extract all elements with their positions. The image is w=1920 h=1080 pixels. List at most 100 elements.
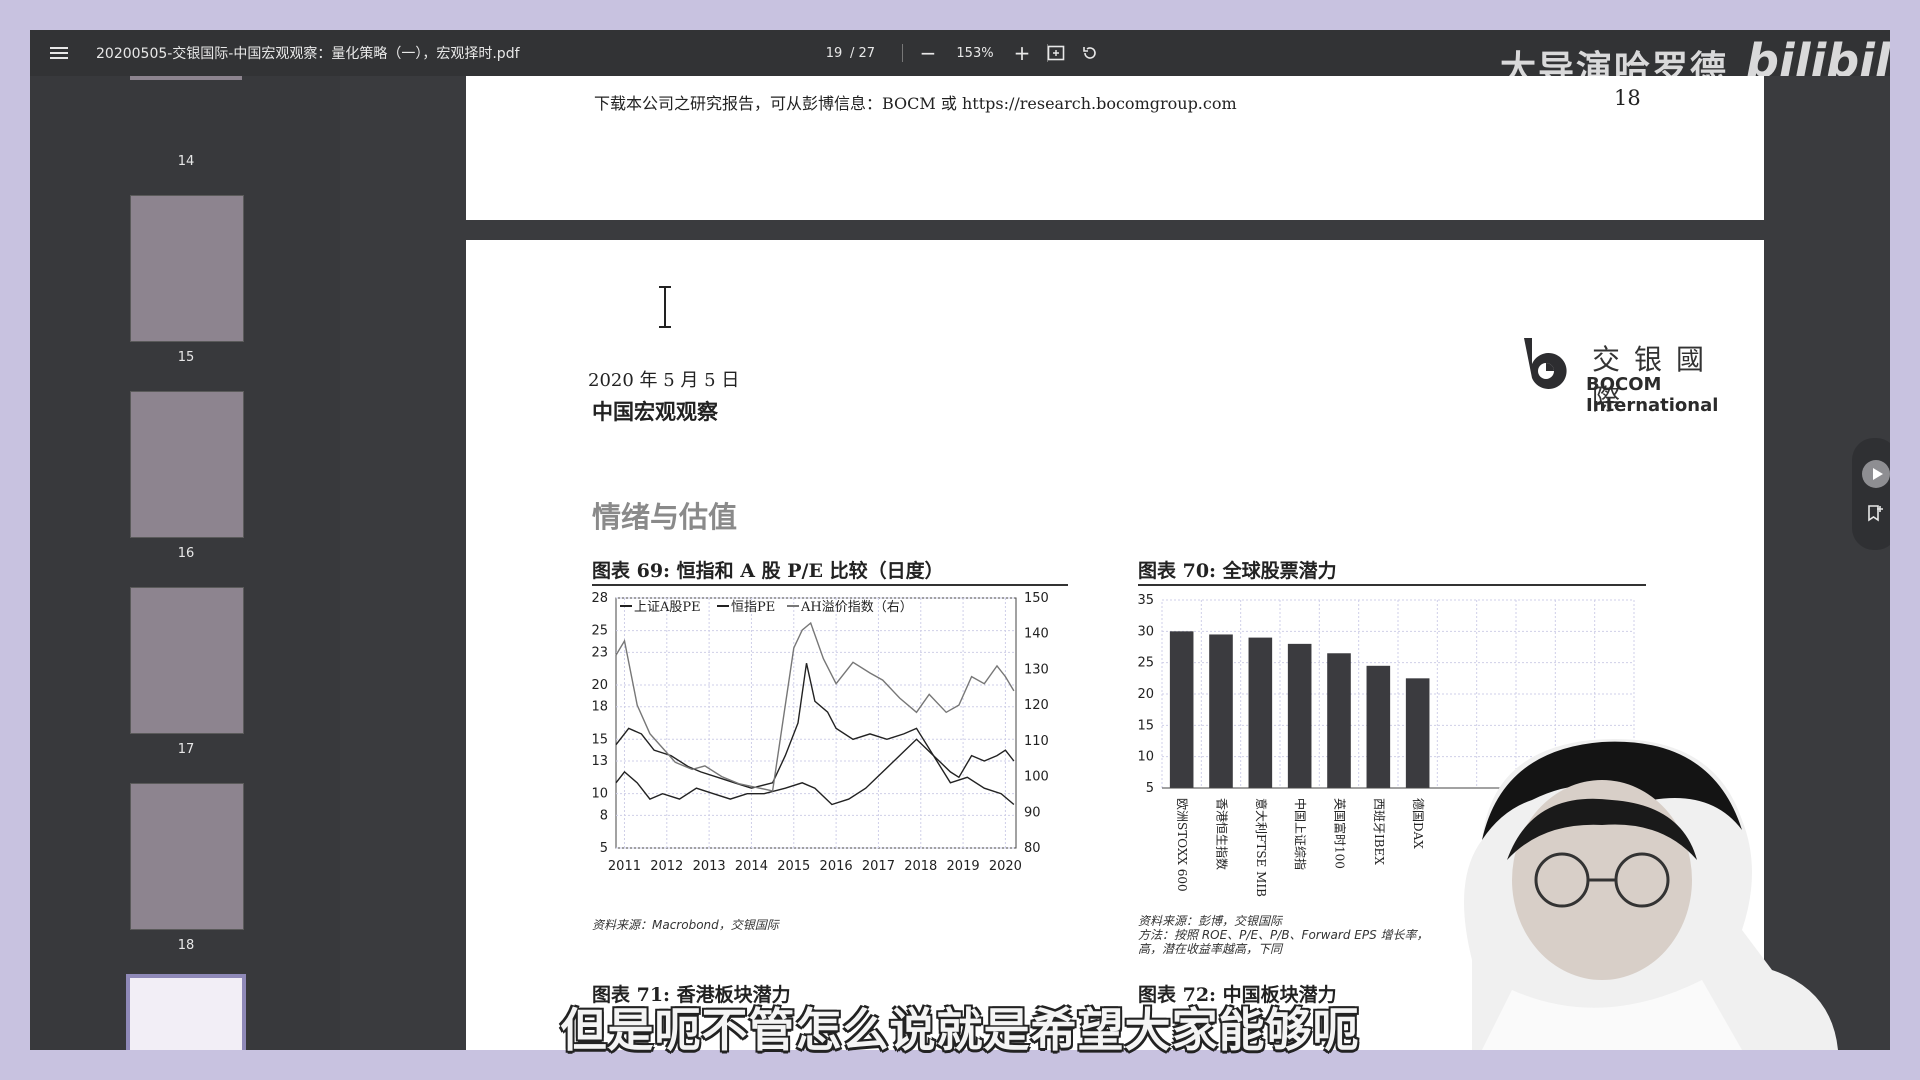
thumbnail-label: 15 <box>177 350 195 365</box>
x-tick-label: 2013 <box>693 859 726 874</box>
bar <box>1169 631 1194 788</box>
file-title: 20200505-交银国际-中国宏观观察：量化策略（一），宏观择时.pdf <box>96 46 520 62</box>
x-tick-label: 2017 <box>862 859 895 874</box>
y-right-tick-label: 80 <box>1024 841 1041 856</box>
menu-icon[interactable] <box>50 30 72 76</box>
figure-70-method-cont: 高，潜在收益率越高，下同 <box>1138 942 1283 956</box>
page-thumbnail[interactable] <box>130 195 244 342</box>
x-category-label: 意大利FTSE MIB <box>1254 798 1269 897</box>
y-tick-label: 5 <box>1146 781 1154 796</box>
page-number-input[interactable]: 19 <box>820 46 848 61</box>
figure-70-title: 图表 70: 全球股票潜力 <box>1138 560 1337 582</box>
y-tick-label: 30 <box>1137 624 1154 639</box>
y-tick-label: 20 <box>1137 687 1154 702</box>
page-footer-text: 下载本公司之研究报告，可从彭博信息：BOCM 或 https://researc… <box>594 94 1237 113</box>
zoom-controls: − 153% + <box>902 30 1048 76</box>
page-indicator: 19 / 27 <box>820 30 875 76</box>
pdf-page: 下载本公司之研究报告，可从彭博信息：BOCM 或 https://researc… <box>466 76 1764 220</box>
bocom-logo-icon <box>1524 338 1567 389</box>
y-left-tick-label: 28 <box>591 591 608 606</box>
divider <box>902 44 903 62</box>
x-category-label: 中国上证综指 <box>1293 798 1308 870</box>
page-thumbnail[interactable] <box>130 587 244 734</box>
y-left-tick-label: 8 <box>600 808 608 823</box>
floating-side-panel <box>1852 438 1890 550</box>
y-left-tick-label: 5 <box>600 841 608 856</box>
x-category-label: 欧洲STOXX 600 <box>1175 798 1189 892</box>
series-line-3 <box>615 621 1015 792</box>
y-left-tick-label: 18 <box>591 700 608 715</box>
x-tick-label: 2019 <box>947 859 980 874</box>
thumbnail-sidebar: 14 15 16 17 18 <box>30 76 340 1050</box>
y-left-tick-label: 10 <box>591 787 608 802</box>
report-date: 2020 年 5 月 5 日 <box>588 370 740 391</box>
thumbnail-label: 18 <box>177 938 195 953</box>
figure-69-source: 资料来源：Macrobond，交银国际 <box>592 918 779 932</box>
y-tick-label: 35 <box>1137 593 1154 608</box>
figure-69-line-chart: 2011 2012 2013 2014 2015 2016 2017 2018 2019 2020… <box>591 591 1049 874</box>
y-right-tick-label: 150 <box>1024 591 1049 606</box>
zoom-out-button[interactable]: − <box>917 41 939 65</box>
bar <box>1327 653 1351 788</box>
y-tick-label: 25 <box>1137 656 1154 671</box>
y-right-tick-label: 120 <box>1024 698 1049 713</box>
y-left-tick-label: 25 <box>591 624 608 639</box>
app-window: 20200505-交银国际-中国宏观观察：量化策略（一），宏观择时.pdf 19… <box>30 30 1890 1050</box>
x-category-label: 西班牙IBEX <box>1372 798 1386 865</box>
fit-page-icon[interactable] <box>1046 43 1066 63</box>
thumbnail-label: 17 <box>177 742 195 757</box>
legend-label: 恒指PE <box>731 600 775 615</box>
series-line-1 <box>615 663 1015 789</box>
x-tick-label: 2011 <box>608 859 641 874</box>
report-subtitle: 中国宏观观察 <box>592 399 718 424</box>
plot-frame <box>615 597 1017 849</box>
figure-69-title: 图表 69: 恒指和 A 股 P/E 比较（日度） <box>592 560 944 582</box>
x-category-label: 香港恒生指数 <box>1215 798 1230 870</box>
thumbnail-label: 16 <box>177 546 195 561</box>
page-total: / 27 <box>850 45 876 61</box>
logo-english-name: BOCOM International <box>1586 374 1719 416</box>
y-tick-label: 15 <box>1137 718 1154 733</box>
y-left-tick-label: 13 <box>591 754 608 769</box>
rotate-icon[interactable] <box>1080 43 1100 63</box>
thumbnail-label: 14 <box>177 154 195 169</box>
y-tick-label: 10 <box>1137 750 1154 765</box>
series-line-2 <box>615 738 1015 806</box>
page-thumbnail[interactable] <box>130 76 242 80</box>
bar <box>1287 643 1312 788</box>
bookmark-add-icon[interactable] <box>1866 504 1884 527</box>
legend-label: AH溢价指数（右） <box>800 600 913 615</box>
view-tools <box>1046 30 1100 76</box>
bar <box>1209 634 1233 788</box>
page-thumbnail[interactable] <box>130 391 244 538</box>
play-icon[interactable] <box>1862 460 1890 488</box>
section-title: 情绪与估值 <box>592 500 738 534</box>
figure-rule <box>1138 584 1646 586</box>
text-cursor-icon <box>659 285 671 329</box>
y-left-tick-label: 15 <box>591 732 608 747</box>
zoom-level[interactable]: 153% <box>953 46 997 61</box>
y-right-tick-label: 130 <box>1024 662 1049 677</box>
bar <box>1248 637 1273 788</box>
x-tick-label: 2012 <box>650 859 683 874</box>
x-category-label: 英国富时100 <box>1333 798 1348 869</box>
y-right-tick-label: 140 <box>1024 627 1049 642</box>
figure-rule <box>592 584 1068 586</box>
x-tick-label: 2018 <box>904 859 937 874</box>
x-tick-label: 2016 <box>820 859 853 874</box>
x-tick-label: 2015 <box>777 859 810 874</box>
y-right-tick-label: 90 <box>1024 805 1041 820</box>
zoom-in-button[interactable]: + <box>1011 41 1033 65</box>
y-right-tick-label: 100 <box>1024 770 1049 785</box>
y-left-tick-label: 23 <box>591 645 608 660</box>
bocom-logo: 交银國際 BOCOM International <box>1516 330 1756 416</box>
page-number: 18 <box>1614 86 1641 110</box>
y-right-tick-label: 110 <box>1024 734 1049 749</box>
legend-label: 上证A股PE <box>634 600 701 615</box>
x-tick-label: 2014 <box>735 859 768 874</box>
bar <box>1366 665 1391 788</box>
page-thumbnail[interactable] <box>130 783 244 930</box>
y-left-tick-label: 20 <box>591 678 608 693</box>
x-tick-label: 2020 <box>989 859 1022 874</box>
video-subtitle: 但是呃不管怎么说就是希望大家能够呃 <box>560 1003 1360 1057</box>
